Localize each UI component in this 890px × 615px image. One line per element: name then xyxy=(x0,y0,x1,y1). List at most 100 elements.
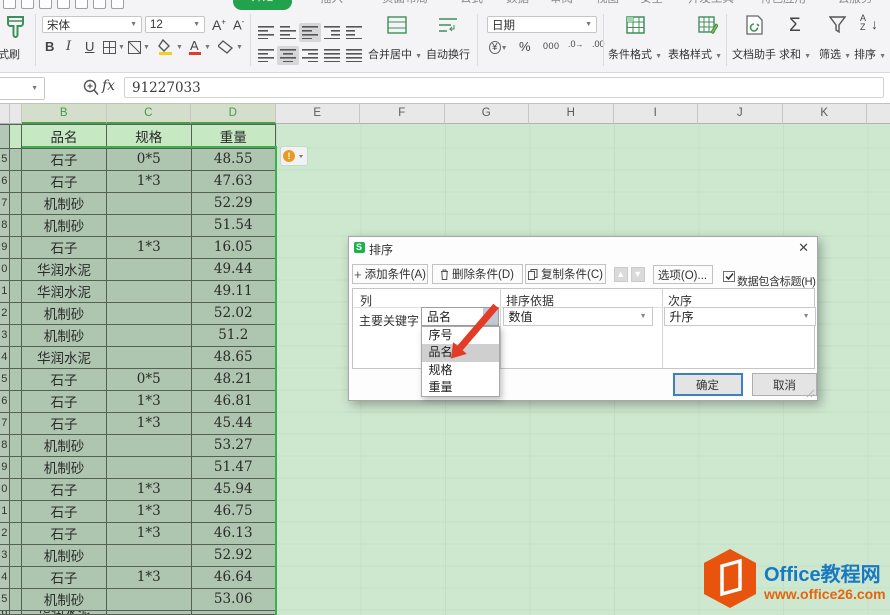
column-header-A[interactable] xyxy=(10,104,23,124)
row-header[interactable]: 4 xyxy=(0,567,10,589)
column-header-B[interactable]: B xyxy=(22,104,107,124)
cell-name[interactable]: 华润水泥 xyxy=(22,347,107,369)
cell-spec[interactable]: 1*3 xyxy=(107,501,192,523)
cell-spec[interactable] xyxy=(107,347,192,369)
align-icon[interactable] xyxy=(255,23,277,42)
sort-icon[interactable]: AZ xyxy=(860,14,866,32)
align-icon[interactable] xyxy=(277,23,299,42)
increase-font-icon[interactable]: A+ xyxy=(212,17,226,33)
sum-label[interactable]: 求和 ▼ xyxy=(779,46,811,62)
cell-A[interactable] xyxy=(10,215,23,237)
cell-weight[interactable]: 48.65 xyxy=(192,347,277,369)
cell-weight[interactable]: 46.64 xyxy=(192,567,277,589)
row-header[interactable]: 6 xyxy=(0,171,10,193)
cell-weight[interactable]: 47.63 xyxy=(192,171,277,193)
cell-spec[interactable]: 1*3 xyxy=(107,413,192,435)
cell-weight[interactable]: 45.94 xyxy=(192,479,277,501)
cell-weight[interactable]: 52.29 xyxy=(192,193,277,215)
cell-name[interactable]: 机制砂 xyxy=(22,303,107,325)
column-header-G[interactable]: G xyxy=(445,104,530,124)
menu-tab-8[interactable]: 特色应用 xyxy=(760,0,806,6)
cell-A[interactable] xyxy=(10,413,23,435)
row-header[interactable]: 5 xyxy=(0,369,10,391)
table-style-icon[interactable] xyxy=(698,16,718,34)
cell-name[interactable]: 石子 xyxy=(22,567,107,589)
align-icon[interactable] xyxy=(277,46,299,65)
name-box[interactable]: ▼ xyxy=(0,77,45,100)
cell-name[interactable]: 石子 xyxy=(22,479,107,501)
font-color-caret[interactable]: ▼ xyxy=(204,44,211,51)
cell-weight[interactable]: 46.13 xyxy=(192,523,277,545)
cell-weight[interactable]: 53.27 xyxy=(192,435,277,457)
cell-A[interactable] xyxy=(10,457,23,479)
order-combobox[interactable]: 升序▼ xyxy=(664,307,816,326)
wrap-text-icon[interactable] xyxy=(438,16,458,34)
row-header[interactable]: 8 xyxy=(0,435,10,457)
menu-tab-5[interactable]: 视图 xyxy=(596,0,619,6)
cell-spec[interactable]: 1*3 xyxy=(107,523,192,545)
filter-label[interactable]: 筛选 ▼ xyxy=(819,46,851,62)
menu-tab-2[interactable]: 公式 xyxy=(460,0,483,6)
conditional-format-label[interactable]: 条件格式 ▼ xyxy=(608,46,662,62)
row-header[interactable]: 0 xyxy=(0,259,10,281)
row-header[interactable]: 7 xyxy=(0,413,10,435)
underline-button[interactable]: U xyxy=(85,39,94,54)
align-icon[interactable] xyxy=(321,23,343,42)
column-header-K[interactable]: K xyxy=(783,104,868,124)
cell-name[interactable]: 华润水泥 xyxy=(22,259,107,281)
cell-A[interactable] xyxy=(10,281,23,303)
row-header[interactable]: 1 xyxy=(0,501,10,523)
options-button[interactable]: 选项(O)... xyxy=(653,265,713,284)
tab-home-active[interactable]: 开始 xyxy=(233,0,292,10)
cell-name[interactable]: 石子 xyxy=(22,391,107,413)
cell-name[interactable]: 石子 xyxy=(22,501,107,523)
align-icon[interactable] xyxy=(299,23,321,42)
cell-A[interactable] xyxy=(10,347,23,369)
cell-weight[interactable]: 52.02 xyxy=(192,303,277,325)
cell-name[interactable]: 机制砂 xyxy=(22,215,107,237)
cell-spec[interactable]: 0*5 xyxy=(107,149,192,171)
cell-weight[interactable]: 16.05 xyxy=(192,237,277,259)
row-header[interactable]: 3 xyxy=(0,545,10,567)
fill-cells-icon[interactable] xyxy=(128,41,141,54)
merge-center-label[interactable]: 合并居中 ▼ xyxy=(368,46,422,62)
cell-A[interactable] xyxy=(10,369,23,391)
row-header[interactable]: 7 xyxy=(0,193,10,215)
delete-condition-button[interactable]: 删除条件(D) xyxy=(432,264,523,284)
dialog-close-icon[interactable]: ✕ xyxy=(798,240,809,256)
cell-weight[interactable]: 49.44 xyxy=(192,259,277,281)
move-up-button[interactable]: ▲ xyxy=(614,267,629,282)
cell-weight[interactable]: 48.55 xyxy=(192,149,277,171)
sort-by-combobox[interactable]: 数值▼ xyxy=(503,307,653,326)
cell-weight[interactable]: 51.2 xyxy=(192,325,277,347)
eraser-icon[interactable] xyxy=(218,40,233,54)
cell-spec[interactable] xyxy=(107,457,192,479)
fill-color-caret[interactable]: ▼ xyxy=(176,44,183,51)
cell-spec[interactable] xyxy=(107,215,192,237)
cell-weight[interactable]: 46.75 xyxy=(192,501,277,523)
quick-access-icon[interactable] xyxy=(3,0,16,9)
column-header-I[interactable]: I xyxy=(614,104,699,124)
menu-tab-0[interactable]: 插入 xyxy=(320,0,343,6)
quick-access-icon[interactable] xyxy=(21,0,34,9)
font-name-select[interactable]: 宋体▼ xyxy=(42,16,142,33)
cell-A[interactable] xyxy=(10,545,23,567)
cell-A[interactable] xyxy=(10,523,23,545)
cell-A[interactable] xyxy=(10,171,23,193)
menu-tab-3[interactable]: 数据 xyxy=(506,0,529,6)
cell-spec[interactable] xyxy=(107,193,192,215)
filter-icon[interactable] xyxy=(829,16,846,34)
cell-weight[interactable]: 52.92 xyxy=(192,545,277,567)
align-icon[interactable] xyxy=(255,46,277,65)
format-painter-label[interactable]: 格式刷 xyxy=(0,46,20,62)
row-header[interactable]: 2 xyxy=(0,303,10,325)
cell-name[interactable]: 石子 xyxy=(22,413,107,435)
formula-input[interactable]: 91227033 xyxy=(124,77,884,98)
cell-name[interactable]: 机制砂 xyxy=(22,435,107,457)
cell-name[interactable]: 机制砂 xyxy=(22,589,107,611)
cell-A[interactable] xyxy=(10,391,23,413)
cell-weight[interactable]: 48.21 xyxy=(192,369,277,391)
menu-tab-1[interactable]: 页面布局 xyxy=(382,0,428,6)
number-format-select[interactable]: 日期▼ xyxy=(487,16,597,33)
cell-spec[interactable] xyxy=(107,611,192,615)
